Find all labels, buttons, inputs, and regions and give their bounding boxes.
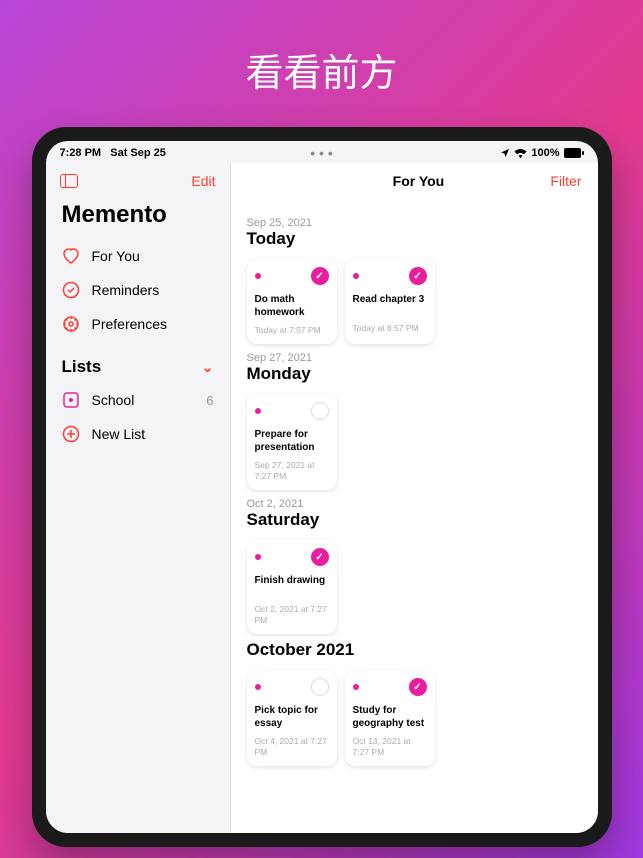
screen: 7:28 PM Sat Sep 25 100% • • • Edit Memen… xyxy=(46,141,598,833)
list-school[interactable]: School 6 xyxy=(46,383,230,417)
section-date: Sep 25, 2021 xyxy=(247,217,582,229)
card-date: Today at 8:57 PM xyxy=(353,323,427,334)
gear-icon xyxy=(62,315,80,333)
card-date: Oct 2, 2021 at 7:27 PM xyxy=(255,604,329,626)
card-title: Pick topic for essay xyxy=(255,704,329,730)
sidebar-toggle-icon[interactable] xyxy=(60,174,78,188)
card-date: Oct 4, 2021 at 7:27 PM xyxy=(255,736,329,758)
color-dot xyxy=(255,273,261,279)
card-row: Pick topic for essay Oct 4, 2021 at 7:27 … xyxy=(247,670,582,766)
lists-header[interactable]: Lists ⌄ xyxy=(46,341,230,383)
color-dot xyxy=(255,684,261,690)
content-scroll[interactable]: Sep 25, 2021Today Do math homework Today a… xyxy=(231,199,598,833)
sidebar: Edit Memento For You Reminders Preferenc… xyxy=(46,163,231,833)
color-dot xyxy=(353,273,359,279)
main-panel: For You Filter Sep 25, 2021Today Do math … xyxy=(231,163,598,833)
card-date: Oct 13, 2021 at 7:27 PM xyxy=(353,736,427,758)
promo-title: 看看前方 xyxy=(0,0,643,127)
card-row: Do math homework Today at 7:57 PM Read cha… xyxy=(247,259,582,344)
nav-label: Preferences xyxy=(92,316,167,332)
page-title: For You xyxy=(393,173,445,189)
color-dot xyxy=(255,408,261,414)
list-label: New List xyxy=(92,426,146,442)
color-dot xyxy=(255,554,261,560)
nav-label: For You xyxy=(92,248,140,264)
card-title: Read chapter 3 xyxy=(353,293,427,317)
section-date: Sep 27, 2021 xyxy=(247,352,582,364)
color-dot xyxy=(353,684,359,690)
card-title: Prepare for presentation xyxy=(255,428,329,454)
section-name: Monday xyxy=(247,364,582,384)
check-circle-icon xyxy=(62,281,80,299)
card-row: Prepare for presentation Sep 27, 2021 at … xyxy=(247,394,582,490)
edit-button[interactable]: Edit xyxy=(191,173,215,189)
checkmark-done-icon[interactable] xyxy=(311,548,329,566)
plus-circle-icon xyxy=(62,425,80,443)
checkmark-done-icon[interactable] xyxy=(409,267,427,285)
list-label: School xyxy=(92,392,135,408)
nav-label: Reminders xyxy=(92,282,160,298)
section-date: Oct 2, 2021 xyxy=(247,498,582,510)
list-count: 6 xyxy=(206,393,213,408)
reminder-card[interactable]: Do math homework Today at 7:57 PM xyxy=(247,259,337,344)
checkmark-empty-icon[interactable] xyxy=(311,402,329,420)
heart-icon xyxy=(62,247,80,265)
app-body: Edit Memento For You Reminders Preferenc… xyxy=(46,163,598,833)
reminder-card[interactable]: Study for geography test Oct 13, 2021 at … xyxy=(345,670,435,766)
section-name: October 2021 xyxy=(247,640,582,660)
reminder-card[interactable]: Pick topic for essay Oct 4, 2021 at 7:27 … xyxy=(247,670,337,766)
card-date: Today at 7:57 PM xyxy=(255,325,329,336)
section-name: Saturday xyxy=(247,510,582,530)
card-row: Finish drawing Oct 2, 2021 at 7:27 PM xyxy=(247,540,582,634)
checkmark-done-icon[interactable] xyxy=(409,678,427,696)
card-date: Sep 27, 2021 at 7:27 PM xyxy=(255,460,329,482)
checkmark-done-icon[interactable] xyxy=(311,267,329,285)
device-frame: 7:28 PM Sat Sep 25 100% • • • Edit Memen… xyxy=(32,127,612,847)
lists-header-label: Lists xyxy=(62,357,102,377)
chevron-down-icon: ⌄ xyxy=(202,359,214,376)
nav-preferences[interactable]: Preferences xyxy=(46,307,230,341)
nav-for-you[interactable]: For You xyxy=(46,239,230,273)
square-dot-icon xyxy=(62,391,80,409)
reminder-card[interactable]: Read chapter 3 Today at 8:57 PM xyxy=(345,259,435,344)
new-list[interactable]: New List xyxy=(46,417,230,451)
reminder-card[interactable]: Prepare for presentation Sep 27, 2021 at … xyxy=(247,394,337,490)
multitask-dots: • • • xyxy=(46,145,598,163)
section-name: Today xyxy=(247,229,582,249)
nav-reminders[interactable]: Reminders xyxy=(46,273,230,307)
card-title: Do math homework xyxy=(255,293,329,319)
app-name: Memento xyxy=(46,195,230,239)
card-title: Finish drawing xyxy=(255,574,329,598)
card-title: Study for geography test xyxy=(353,704,427,730)
reminder-card[interactable]: Finish drawing Oct 2, 2021 at 7:27 PM xyxy=(247,540,337,634)
checkmark-empty-icon[interactable] xyxy=(311,678,329,696)
filter-button[interactable]: Filter xyxy=(550,173,581,189)
